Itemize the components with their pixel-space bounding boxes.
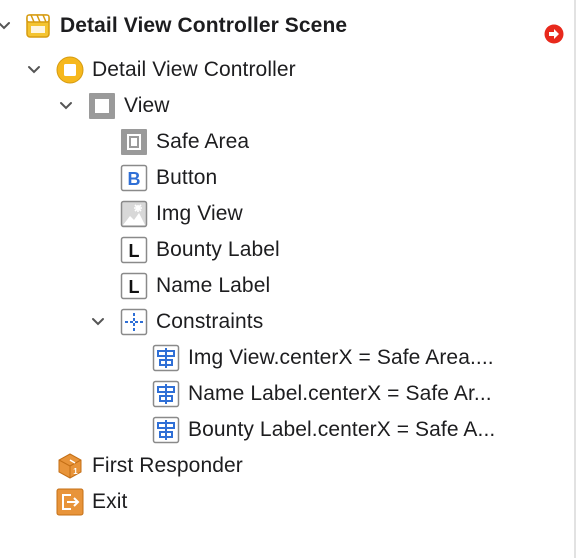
- exit-icon: [56, 488, 84, 516]
- tree-item-img-view[interactable]: Img View: [0, 196, 576, 232]
- constraints-icon: [120, 308, 148, 336]
- storyboard-scene-icon: [24, 12, 52, 40]
- first-responder-icon: 1: [56, 452, 84, 480]
- error-arrow-icon[interactable]: [544, 24, 564, 44]
- tree-item-label: Detail View Controller: [92, 58, 296, 81]
- tree-item-constraint[interactable]: Img View.centerX = Safe Area....: [0, 340, 576, 376]
- tree-item-constraints[interactable]: Constraints: [0, 304, 576, 340]
- chevron-down-icon[interactable]: [88, 312, 108, 332]
- view-controller-icon: [56, 56, 84, 84]
- tree-item-constraint[interactable]: Bounty Label.centerX = Safe A...: [0, 412, 576, 448]
- tree-item-safe-area[interactable]: Safe Area: [0, 124, 576, 160]
- svg-text:1: 1: [73, 467, 78, 476]
- scene-row[interactable]: Detail View Controller Scene: [0, 8, 576, 44]
- tree-item-label: View: [124, 94, 170, 117]
- label-icon: L: [120, 236, 148, 264]
- tree-item-label: Bounty Label: [156, 238, 280, 261]
- tree-item-detail-view-controller[interactable]: Detail View Controller: [0, 52, 576, 88]
- svg-text:L: L: [129, 277, 140, 297]
- tree-item-label: Button: [156, 166, 218, 189]
- tree-item-label: Bounty Label.centerX = Safe A...: [188, 418, 496, 441]
- chevron-down-icon[interactable]: [0, 16, 14, 36]
- constraint-icon: [152, 344, 180, 372]
- label-icon: L: [120, 272, 148, 300]
- scene-title: Detail View Controller Scene: [60, 14, 348, 37]
- button-icon: B: [120, 164, 148, 192]
- constraint-icon: [152, 416, 180, 444]
- tree-item-label: Img View.centerX = Safe Area....: [188, 346, 494, 369]
- tree-item-label: First Responder: [92, 454, 243, 477]
- tree-item-name-label[interactable]: L Name Label: [0, 268, 576, 304]
- tree-item-first-responder[interactable]: 1 First Responder: [0, 448, 576, 484]
- tree-item-label: Exit: [92, 490, 128, 513]
- chevron-down-icon[interactable]: [24, 60, 44, 80]
- tree-item-label: Name Label: [156, 274, 271, 297]
- tree-item-label: Constraints: [156, 310, 264, 333]
- safe-area-icon: [120, 128, 148, 156]
- svg-text:B: B: [128, 169, 141, 189]
- tree-item-button[interactable]: B Button: [0, 160, 576, 196]
- constraint-icon: [152, 380, 180, 408]
- tree-item-label: Safe Area: [156, 130, 250, 153]
- tree-item-exit[interactable]: Exit: [0, 484, 576, 520]
- tree-item-label: Img View: [156, 202, 243, 225]
- tree-item-bounty-label[interactable]: L Bounty Label: [0, 232, 576, 268]
- view-icon: [88, 92, 116, 120]
- image-view-icon: [120, 200, 148, 228]
- tree-item-label: Name Label.centerX = Safe Ar...: [188, 382, 492, 405]
- svg-text:L: L: [129, 241, 140, 261]
- tree-item-constraint[interactable]: Name Label.centerX = Safe Ar...: [0, 376, 576, 412]
- tree-item-view[interactable]: View: [0, 88, 576, 124]
- chevron-down-icon[interactable]: [56, 96, 76, 116]
